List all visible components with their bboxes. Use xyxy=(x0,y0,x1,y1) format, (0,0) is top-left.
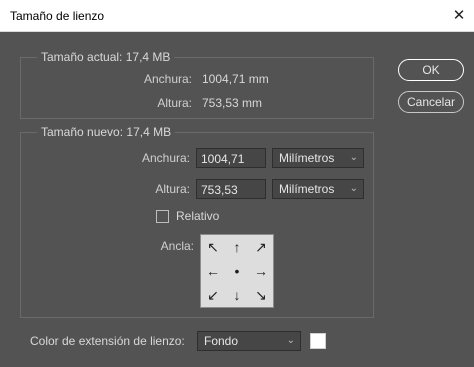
canvas-size-dialog: Tamaño de lienzo ✕ Tamaño actual: 17,4 M… xyxy=(0,0,474,367)
extension-color-value: Fondo xyxy=(204,334,239,348)
cancel-button[interactable]: Cancelar xyxy=(398,91,464,113)
width-unit-value: Milímetros xyxy=(279,151,335,165)
relative-label: Relativo xyxy=(176,209,220,223)
chevron-down-icon: ⌄ xyxy=(286,335,295,346)
current-height-value: 753,53 mm xyxy=(202,96,263,110)
anchor-bottom-right[interactable]: ↘ xyxy=(249,283,273,307)
extension-color-label: Color de extensión de lienzo: xyxy=(30,334,185,348)
current-size-legend: Tamaño actual: 17,4 MB xyxy=(37,50,175,64)
current-height-label: Altura: xyxy=(157,96,192,110)
title-bar: Tamaño de lienzo ✕ xyxy=(0,0,474,32)
anchor-grid: ↖ ↑ ↗ ← • → ↙ ↓ ↘ xyxy=(200,234,274,308)
chevron-down-icon: ⌄ xyxy=(349,183,358,194)
current-width-value: 1004,71 mm xyxy=(202,72,269,86)
anchor-top-left[interactable]: ↖ xyxy=(201,235,225,259)
chevron-down-icon: ⌄ xyxy=(349,152,358,163)
new-size-legend: Tamaño nuevo: 17,4 MB xyxy=(37,125,176,139)
ok-button[interactable]: OK xyxy=(398,59,464,81)
height-input[interactable]: 753,53 xyxy=(196,179,266,199)
width-input[interactable]: 1004,71 xyxy=(196,148,266,168)
current-size-group: Tamaño actual: 17,4 MB xyxy=(20,50,374,119)
anchor-top-center[interactable]: ↑ xyxy=(225,235,249,259)
anchor-top-right[interactable]: ↗ xyxy=(249,235,273,259)
current-width-label: Anchura: xyxy=(143,72,192,86)
relative-checkbox[interactable] xyxy=(156,210,169,223)
extension-color-swatch[interactable] xyxy=(310,333,326,349)
width-unit-select[interactable]: Milímetros ⌄ xyxy=(272,148,364,168)
dialog-title: Tamaño de lienzo xyxy=(10,9,105,23)
new-width-label: Anchura: xyxy=(141,151,190,165)
anchor-bottom-center[interactable]: ↓ xyxy=(225,283,249,307)
anchor-bottom-left[interactable]: ↙ xyxy=(201,283,225,307)
height-unit-value: Milímetros xyxy=(279,182,335,196)
anchor-middle-right[interactable]: → xyxy=(249,259,273,283)
anchor-label: Ancla: xyxy=(160,239,194,253)
height-unit-select[interactable]: Milímetros ⌄ xyxy=(272,179,364,199)
close-icon[interactable]: ✕ xyxy=(448,6,470,26)
anchor-middle-center[interactable]: • xyxy=(225,259,249,283)
new-height-label: Altura: xyxy=(155,182,190,196)
extension-color-select[interactable]: Fondo ⌄ xyxy=(197,331,301,351)
anchor-middle-left[interactable]: ← xyxy=(201,259,225,283)
